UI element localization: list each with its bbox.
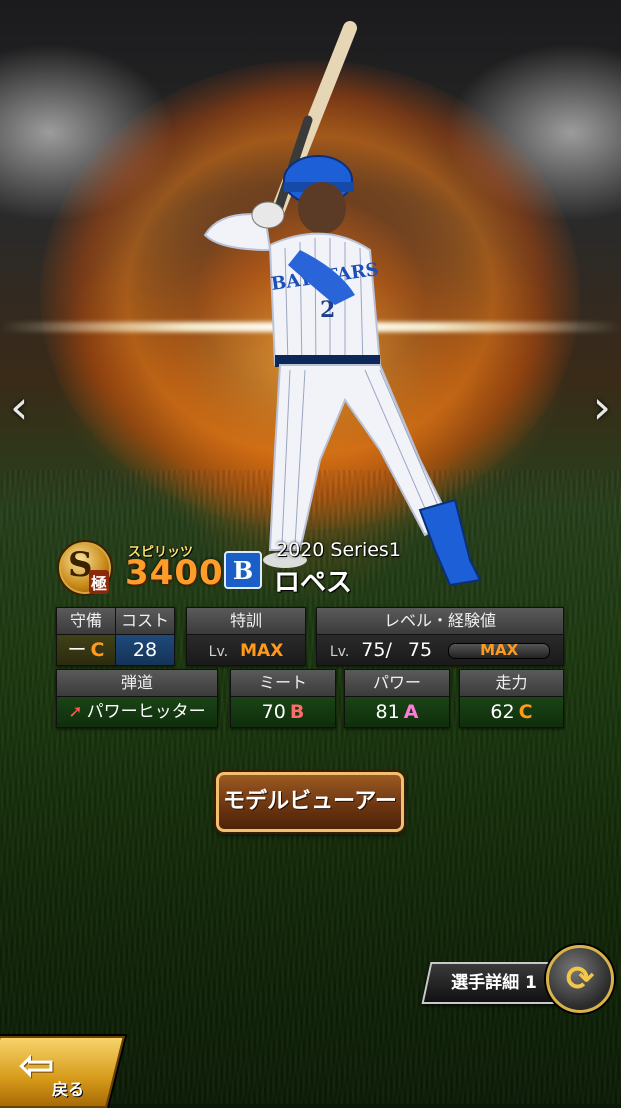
back-label[interactable]: 戻る [52, 1076, 84, 1100]
trajectory-value: ➚ パワーヒッター [57, 697, 217, 727]
power-value: 81 A [345, 697, 449, 727]
player-detail-label[interactable]: 選手詳細 1 [434, 968, 554, 993]
trajectory-arrow-icon: ➚ [68, 702, 83, 722]
player-name: ロペス [274, 568, 353, 598]
speed-value: 62 C [460, 697, 563, 727]
team-logo-icon: B [224, 551, 262, 589]
power-panel: パワー 81 A [344, 669, 450, 728]
meet-panel: ミート 70 B [230, 669, 336, 728]
model-viewer-button[interactable]: モデルビューアー [216, 772, 404, 832]
player-series: 2020 Series1 [276, 539, 401, 561]
swap-detail-button[interactable]: ⟳ [546, 945, 614, 1013]
level-exp-label: レベル・経験値 [317, 608, 563, 635]
special-training-value: Lv. MAX [187, 635, 305, 665]
defense-value: ーC [57, 635, 115, 665]
speed-panel: 走力 62 C [459, 669, 564, 728]
next-player-arrow-icon[interactable]: › [593, 380, 611, 434]
trajectory-label: 弾道 [57, 670, 217, 697]
level-exp-panel: レベル・経験値 Lv. 75/ 75 MAX [316, 607, 564, 666]
special-training-panel: 特訓 Lv. MAX [186, 607, 306, 666]
level-exp-value: Lv. 75/ 75 MAX [317, 635, 563, 665]
previous-player-arrow-icon[interactable]: ‹ [10, 380, 28, 434]
meet-value: 70 B [231, 697, 335, 727]
player-illustration: BAYSTARS 2 [203, 21, 482, 587]
rank-badge-icon: S 極 [57, 540, 113, 596]
defense-label: 守備 [57, 608, 115, 635]
cost-label: コスト [116, 608, 174, 635]
spirits-value: 3400 [125, 553, 224, 593]
swap-arrows-icon: ⟳ [565, 959, 595, 999]
trajectory-panel: 弾道 ➚ パワーヒッター [56, 669, 218, 728]
special-training-label: 特訓 [187, 608, 305, 635]
rank-kanji: 極 [89, 570, 110, 594]
power-label: パワー [345, 670, 449, 697]
defense-cost-panel: 守備 ーC コスト 28 [56, 607, 175, 666]
speed-label: 走力 [460, 670, 563, 697]
exp-progress-bar: MAX [448, 642, 551, 659]
meet-label: ミート [231, 670, 335, 697]
back-arrow-icon[interactable]: ⇦ [18, 1040, 55, 1091]
cost-value: 28 [116, 635, 174, 665]
